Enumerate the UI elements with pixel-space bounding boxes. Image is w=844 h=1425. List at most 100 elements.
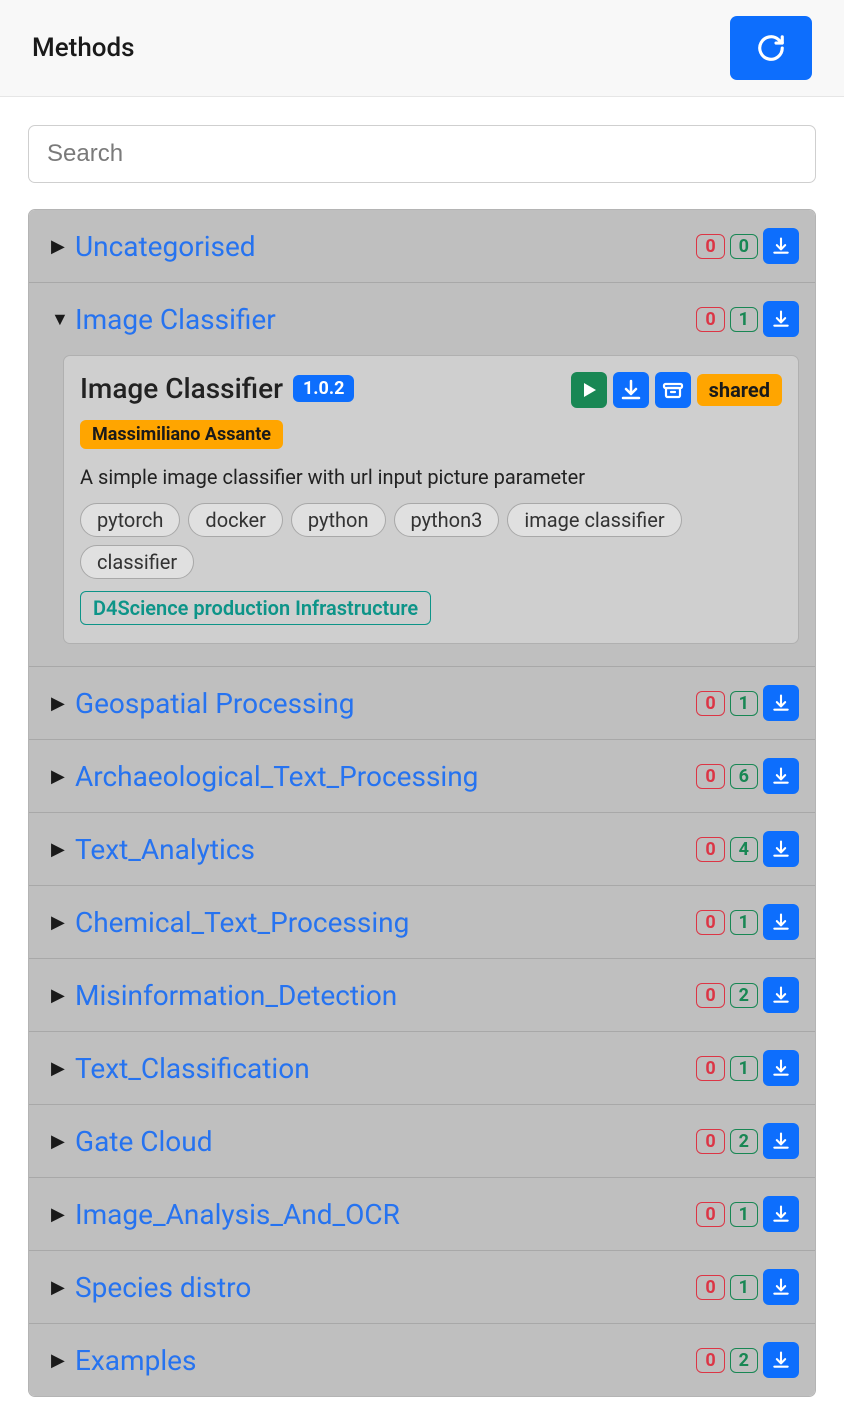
count-red-badge: 0 bbox=[696, 983, 724, 1008]
download-icon bbox=[771, 1058, 791, 1078]
caret-down-icon: ▼ bbox=[51, 309, 69, 330]
category-right: 02 bbox=[696, 1342, 799, 1378]
download-button[interactable] bbox=[763, 301, 799, 337]
count-green-badge: 2 bbox=[730, 1129, 758, 1154]
category-right: 00 bbox=[696, 228, 799, 264]
tag[interactable]: image classifier bbox=[507, 503, 681, 537]
tag[interactable]: docker bbox=[188, 503, 282, 537]
category-row[interactable]: ▶ Uncategorised 00 bbox=[29, 210, 815, 283]
card-head: Image Classifier 1.0.2 shared bbox=[80, 372, 782, 408]
card-title-wrap: Image Classifier 1.0.2 bbox=[80, 372, 354, 405]
infrastructure-badge: D4Science production Infrastructure bbox=[80, 591, 431, 625]
page-title: Methods bbox=[32, 33, 135, 63]
header: Methods bbox=[0, 0, 844, 97]
category-name[interactable]: Image_Analysis_And_OCR bbox=[75, 1198, 400, 1231]
run-button[interactable] bbox=[571, 372, 607, 408]
tag[interactable]: python bbox=[291, 503, 386, 537]
category-name[interactable]: Examples bbox=[75, 1344, 196, 1377]
refresh-button[interactable] bbox=[730, 16, 812, 80]
count-red-badge: 0 bbox=[696, 307, 724, 332]
category-row[interactable]: ▼Image Classifier01 bbox=[29, 283, 815, 355]
caret-right-icon: ▶ bbox=[51, 839, 69, 860]
count-green-badge: 6 bbox=[730, 764, 758, 789]
download-icon bbox=[771, 1131, 791, 1151]
category-left: ▶ Image_Analysis_And_OCR bbox=[51, 1198, 400, 1231]
category-row[interactable]: ▶ Text_Classification 01 bbox=[29, 1032, 815, 1105]
category-left: ▶ Geospatial Processing bbox=[51, 687, 355, 720]
download-button[interactable] bbox=[763, 1342, 799, 1378]
count-green-badge: 1 bbox=[730, 1056, 758, 1081]
count-red-badge: 0 bbox=[696, 1129, 724, 1154]
caret-right-icon: ▶ bbox=[51, 236, 69, 257]
category-row[interactable]: ▶Gate Cloud 02 bbox=[29, 1105, 815, 1178]
download-icon bbox=[771, 1277, 791, 1297]
category-name[interactable]: Chemical_Text_Processing bbox=[75, 906, 409, 939]
category-row[interactable]: ▶Misinformation_Detection02 bbox=[29, 959, 815, 1032]
category-name[interactable]: Geospatial Processing bbox=[75, 687, 355, 720]
download-button[interactable] bbox=[763, 228, 799, 264]
download-button[interactable] bbox=[613, 372, 649, 408]
count-red-badge: 0 bbox=[696, 234, 724, 259]
count-red-badge: 0 bbox=[696, 1348, 724, 1373]
category-left: ▶ Uncategorised bbox=[51, 230, 256, 263]
caret-right-icon: ▶ bbox=[51, 1204, 69, 1225]
category-name[interactable]: Uncategorised bbox=[75, 230, 256, 263]
category-row[interactable]: ▶ Image_Analysis_And_OCR 01 bbox=[29, 1178, 815, 1251]
caret-right-icon: ▶ bbox=[51, 693, 69, 714]
categories-panel: ▶Uncategorised00▼Image Classifier01Image… bbox=[28, 209, 816, 1397]
category-row[interactable]: ▶Archaeological_Text_Processing06 bbox=[29, 740, 815, 813]
download-button[interactable] bbox=[763, 977, 799, 1013]
count-green-badge: 2 bbox=[730, 1348, 758, 1373]
category-name[interactable]: Image Classifier bbox=[75, 303, 276, 336]
download-icon bbox=[771, 1204, 791, 1224]
category-left: ▶Archaeological_Text_Processing bbox=[51, 760, 478, 793]
version-badge: 1.0.2 bbox=[293, 375, 354, 402]
category-row[interactable]: ▶ Species distro 01 bbox=[29, 1251, 815, 1324]
count-red-badge: 0 bbox=[696, 837, 724, 862]
archive-button[interactable] bbox=[655, 372, 691, 408]
method-card: Image Classifier1.0.2sharedMassimiliano … bbox=[63, 355, 799, 644]
caret-right-icon: ▶ bbox=[51, 1058, 69, 1079]
tag[interactable]: classifier bbox=[80, 545, 194, 579]
download-button[interactable] bbox=[763, 758, 799, 794]
caret-right-icon: ▶ bbox=[51, 1277, 69, 1298]
method-title: Image Classifier bbox=[80, 372, 283, 405]
caret-right-icon: ▶ bbox=[51, 1350, 69, 1371]
category-left: ▶ Chemical_Text_Processing bbox=[51, 906, 409, 939]
category-row[interactable]: ▶ Chemical_Text_Processing 01 bbox=[29, 886, 815, 959]
play-icon bbox=[577, 378, 601, 402]
category-left: ▶Gate Cloud bbox=[51, 1125, 212, 1158]
category-right: 02 bbox=[696, 1123, 799, 1159]
download-button[interactable] bbox=[763, 1196, 799, 1232]
category-row[interactable]: ▶Geospatial Processing01 bbox=[29, 667, 815, 740]
caret-right-icon: ▶ bbox=[51, 912, 69, 933]
category-name[interactable]: Archaeological_Text_Processing bbox=[75, 760, 478, 793]
tag[interactable]: python3 bbox=[394, 503, 500, 537]
category-row[interactable]: ▶ Examples 02 bbox=[29, 1324, 815, 1396]
count-red-badge: 0 bbox=[696, 1056, 724, 1081]
category-right: 01 bbox=[696, 1196, 799, 1232]
download-icon bbox=[619, 378, 643, 402]
tags-wrap: pytorchdocker pythonpython3image classifi… bbox=[80, 503, 782, 579]
category-row[interactable]: ▶Text_Analytics04 bbox=[29, 813, 815, 886]
download-button[interactable] bbox=[763, 1123, 799, 1159]
download-button[interactable] bbox=[763, 904, 799, 940]
download-button[interactable] bbox=[763, 831, 799, 867]
tag[interactable]: pytorch bbox=[80, 503, 180, 537]
search-input[interactable] bbox=[28, 125, 816, 183]
download-button[interactable] bbox=[763, 685, 799, 721]
count-red-badge: 0 bbox=[696, 1202, 724, 1227]
caret-right-icon: ▶ bbox=[51, 985, 69, 1006]
category-right: 01 bbox=[696, 1269, 799, 1305]
card-actions: shared bbox=[571, 372, 782, 408]
category-right: 01 bbox=[696, 904, 799, 940]
category-name[interactable]: Text_Analytics bbox=[75, 833, 255, 866]
archive-icon bbox=[661, 378, 685, 402]
download-button[interactable] bbox=[763, 1050, 799, 1086]
category-name[interactable]: Gate Cloud bbox=[75, 1125, 212, 1158]
category-name[interactable]: Misinformation_Detection bbox=[75, 979, 397, 1012]
category-name[interactable]: Species distro bbox=[75, 1271, 251, 1304]
download-button[interactable] bbox=[763, 1269, 799, 1305]
method-description: A simple image classifier with url input… bbox=[80, 465, 782, 489]
category-name[interactable]: Text_Classification bbox=[75, 1052, 310, 1085]
